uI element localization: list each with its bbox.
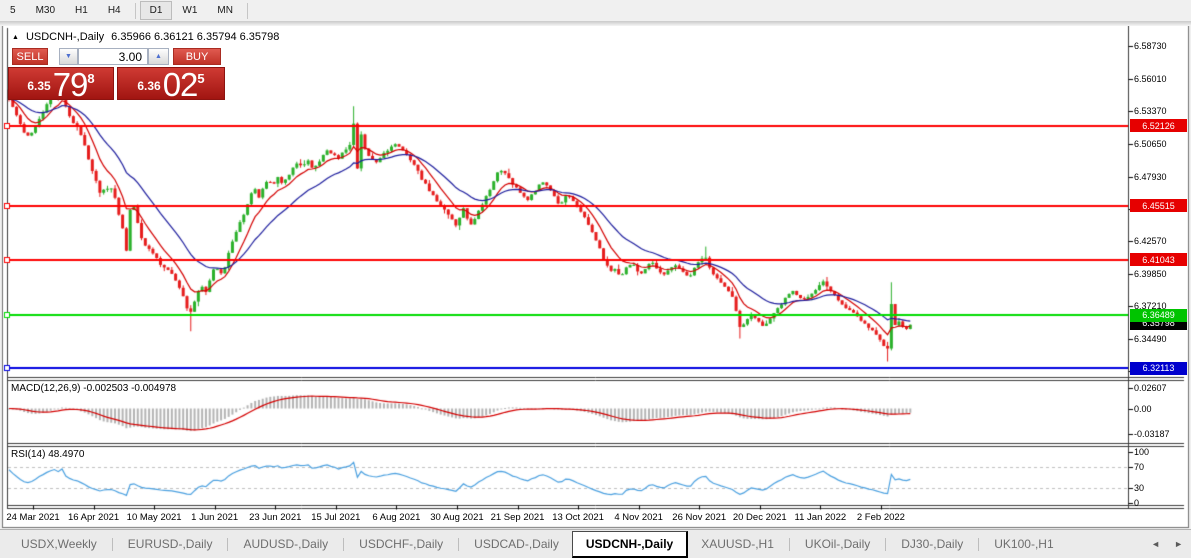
date-label: 15 Jul 2021 (311, 512, 361, 523)
toolbar-divider (246, 2, 248, 19)
tab-divider (978, 537, 980, 551)
sell-price-big: 79 (52, 66, 89, 103)
date-label: 4 Nov 2021 (614, 512, 663, 523)
toolbar-separator (0, 21, 1191, 26)
rsi-label: RSI(14) 48.4970 (11, 449, 85, 460)
timeframe-button-mn[interactable]: MN (208, 2, 242, 19)
buy-price-big: 02 (162, 66, 199, 103)
macd-axis-tick: 0.00 (1134, 403, 1152, 414)
panel-toggle-icon[interactable]: ▲ (12, 32, 19, 43)
price-axis-tick: 6.58730 (1134, 41, 1167, 51)
date-label: 16 Apr 2021 (67, 512, 120, 523)
sell-price-button[interactable]: 6.35 79 8 (8, 66, 114, 103)
tab-divider (111, 537, 113, 551)
rsi-axis-tick: 100 (1134, 447, 1150, 457)
price-axis-tick: 6.47930 (1134, 171, 1167, 182)
tab-uk100-h1[interactable]: UK100-,H1 (981, 534, 1066, 555)
tab-usdx-weekly[interactable]: USDX,Weekly (8, 534, 110, 555)
price-axis-tick: 6.39850 (1134, 269, 1167, 280)
chart-ohlc-values: 6.35966 6.36121 6.35794 6.35798 (111, 31, 280, 43)
price-axis-tick: 6.42570 (1134, 236, 1167, 247)
tab-usdchf-daily[interactable]: USDCHF-,Daily (346, 534, 456, 555)
tab-scroll-nav: ◄ ► (1151, 539, 1183, 549)
tab-usdcad-daily[interactable]: USDCAD-,Daily (461, 534, 572, 555)
date-label: 23 Jun 2021 (249, 512, 302, 523)
tab-scroll-right-icon[interactable]: ► (1174, 539, 1183, 549)
arrow-up-icon: ▲ (155, 53, 162, 60)
time-axis[interactable]: 24 Mar 2021 16 Apr 2021 10 May 2021 1 Jun 2… (0, 512, 1128, 526)
sell-button[interactable]: SELL (12, 48, 48, 65)
date-label: 30 Aug 2021 (430, 512, 484, 523)
price-line-label: 6.41043 (1130, 253, 1187, 267)
chart-title: ▲ USDCNH-,Daily 6.35966 6.36121 6.35794 … (12, 31, 279, 43)
date-label: 11 Jan 2022 (794, 512, 847, 523)
price-axis-tick: 6.53370 (1134, 105, 1167, 116)
date-label: 13 Oct 2021 (552, 512, 604, 523)
buy-button[interactable]: BUY (173, 48, 221, 65)
tab-scroll-left-icon[interactable]: ◄ (1151, 539, 1160, 549)
buy-price-prefix: 6.36 (137, 79, 161, 93)
price-axis-tick: 6.50650 (1134, 138, 1167, 149)
date-label: 2 Feb 2022 (856, 512, 905, 523)
tab-divider (885, 537, 887, 551)
price-line-label: 6.36489 (1130, 308, 1187, 322)
timeframe-button-m30[interactable]: M30 (27, 2, 64, 19)
tab-dj30-daily[interactable]: DJ30-,Daily (888, 534, 976, 555)
tab-divider (343, 537, 345, 551)
chart-symbol-label: USDCNH-,Daily (25, 31, 105, 43)
volume-input[interactable]: 3.00 (78, 48, 148, 65)
buy-price-sup: 5 (197, 71, 205, 86)
timeframe-button-h1[interactable]: H1 (66, 2, 97, 19)
timeframe-button-d1[interactable]: D1 (139, 1, 173, 20)
arrow-down-icon: ▼ (65, 53, 72, 60)
rsi-axis-tick: 70 (1134, 462, 1145, 473)
tab-divider (458, 537, 460, 551)
macd-axis-tick: -0.03187 (1134, 428, 1170, 439)
volume-down-button[interactable]: ▼ (59, 48, 78, 65)
price-line-label: 6.52126 (1130, 119, 1187, 133)
one-click-trade-panel: SELL ▼ 3.00 ▲ BUY 6.35 79 8 6.36 02 5 (8, 46, 226, 103)
price-axis-tick: 6.56010 (1134, 73, 1167, 84)
volume-up-button[interactable]: ▲ (148, 48, 169, 65)
timeframe-button-h4[interactable]: H4 (99, 2, 130, 19)
rsi-axis-tick: 30 (1134, 482, 1145, 493)
tab-xauusd-h1[interactable]: XAUUSD-,H1 (688, 534, 787, 555)
timeframe-button-w1[interactable]: W1 (173, 2, 206, 19)
tab-usdcnh-daily[interactable]: USDCNH-,Daily (571, 530, 689, 558)
sell-price-sup: 8 (87, 71, 95, 86)
tab-divider (788, 537, 790, 551)
date-label: 26 Nov 2021 (672, 512, 727, 523)
sell-price-prefix: 6.35 (27, 79, 51, 93)
price-line-label: 6.45515 (1130, 199, 1187, 213)
price-line-label: 6.32113 (1130, 361, 1187, 375)
toolbar-divider (134, 2, 136, 19)
macd-label: MACD(12,26,9) -0.002503 -0.004978 (11, 383, 177, 394)
rsi-axis-tick: 0 (1134, 498, 1140, 508)
date-label: 1 Jun 2021 (191, 512, 239, 523)
price-axis-tick: 6.34490 (1134, 334, 1167, 345)
date-label: 20 Dec 2021 (732, 512, 787, 523)
timeframe-button-5[interactable]: 5 (1, 2, 25, 19)
price-axis[interactable]: 6.587306.560106.533706.506506.479306.452… (1129, 0, 1191, 557)
date-label: 10 May 2021 (126, 512, 182, 523)
macd-axis-tick: 0.02607 (1134, 383, 1167, 393)
tab-eurusd-daily[interactable]: EURUSD-,Daily (115, 534, 226, 555)
buy-price-button[interactable]: 6.36 02 5 (117, 66, 225, 103)
date-label: 6 Aug 2021 (372, 512, 421, 523)
date-label: 21 Sep 2021 (490, 512, 545, 523)
date-label: 24 Mar 2021 (6, 512, 60, 523)
tab-divider (227, 537, 229, 551)
symbol-tabbar: USDX,Weekly EURUSD-,Daily AUDUSD-,Daily USD… (0, 529, 1191, 558)
tab-audusd-daily[interactable]: AUDUSD-,Daily (230, 534, 341, 555)
tab-ukoil-daily[interactable]: UKOil-,Daily (792, 534, 883, 555)
timeframe-toolbar: 5 M30 H1 H4 D1 W1 MN (0, 0, 1191, 21)
